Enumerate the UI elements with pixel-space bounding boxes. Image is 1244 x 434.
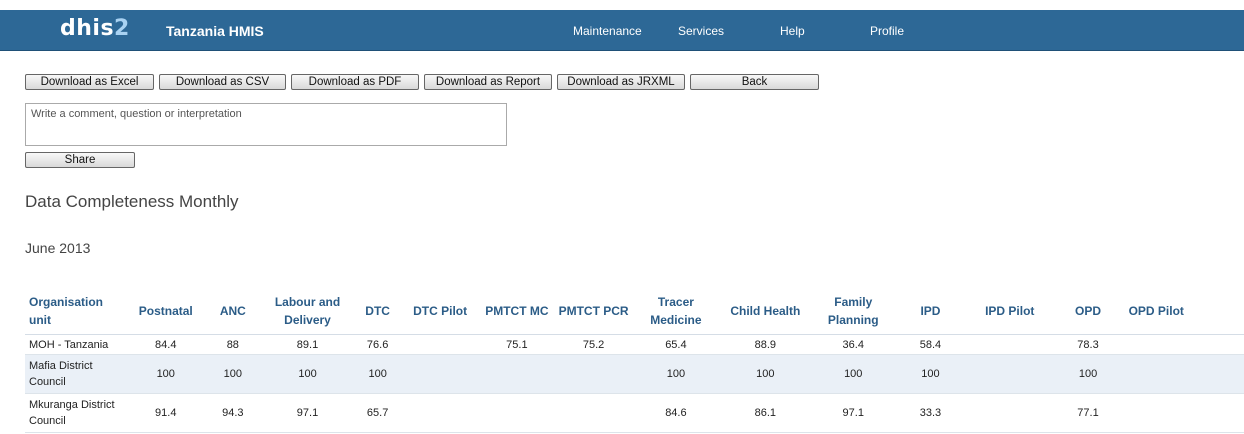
download-excel-button[interactable]: Download as Excel: [25, 74, 154, 90]
table-cell: [1124, 393, 1244, 433]
row-org-unit: Mafia District Council: [25, 354, 125, 394]
download-pdf-button[interactable]: Download as PDF: [291, 74, 419, 90]
table-cell: 100: [1051, 354, 1125, 394]
table-cell: [552, 393, 635, 433]
logo-text: dhis: [60, 16, 115, 41]
table-cell: [481, 354, 553, 394]
report-title: Data Completeness Monthly: [25, 192, 239, 211]
table-cell: [968, 354, 1052, 394]
col-child-health[interactable]: Child Health: [717, 288, 814, 335]
table-cell: 75.2: [552, 334, 635, 355]
table-cell: 100: [717, 354, 814, 394]
table-cell: [1124, 354, 1244, 394]
menu-profile[interactable]: Profile: [870, 24, 904, 38]
download-report-button[interactable]: Download as Report: [424, 74, 552, 90]
table-cell: 65.4: [634, 334, 718, 355]
table-cell: [552, 354, 635, 394]
app-title: Tanzania HMIS: [166, 23, 264, 39]
table-cell: [398, 334, 482, 355]
table-header-row: Organisation unit Postnatal ANC Labour a…: [25, 288, 1244, 335]
table-cell: 58.4: [892, 334, 969, 355]
col-dtc[interactable]: DTC: [356, 288, 399, 335]
table-cell: [398, 393, 482, 433]
download-csv-button[interactable]: Download as CSV: [159, 74, 286, 90]
table-cell: [398, 354, 482, 394]
table-cell: 100: [892, 354, 969, 394]
table-cell: 33.3: [892, 393, 969, 433]
col-tracer-medicine[interactable]: Tracer Medicine: [634, 288, 718, 335]
table-cell: 36.4: [813, 334, 893, 355]
menu-services[interactable]: Services: [678, 24, 724, 38]
col-dtc-pilot[interactable]: DTC Pilot: [398, 288, 482, 335]
col-anc[interactable]: ANC: [206, 288, 259, 335]
dhis2-logo[interactable]: dhis2: [60, 16, 130, 41]
menu-maintenance[interactable]: Maintenance: [573, 24, 642, 38]
download-jrxml-button[interactable]: Download as JRXML: [557, 74, 685, 90]
col-postnatal[interactable]: Postnatal: [124, 288, 207, 335]
table-cell: 84.6: [634, 393, 718, 433]
table-cell: 65.7: [356, 393, 399, 433]
table-cell: 100: [206, 354, 259, 394]
table-cell: 78.3: [1051, 334, 1125, 355]
table-cell: 100: [124, 354, 207, 394]
table-cell: 91.4: [124, 393, 207, 433]
col-pmtct-mc[interactable]: PMTCT MC: [481, 288, 553, 335]
top-navigation-bar: dhis2 Tanzania HMIS Maintenance Services…: [0, 10, 1244, 51]
report-period: June 2013: [25, 240, 91, 256]
row-org-unit: Mkuranga District Council: [25, 393, 125, 433]
table-cell: 84.4: [124, 334, 207, 355]
col-opd-pilot[interactable]: OPD Pilot: [1124, 288, 1244, 335]
table-cell: [968, 393, 1052, 433]
table-cell: 100: [258, 354, 357, 394]
table-cell: 97.1: [813, 393, 893, 433]
col-labour-delivery[interactable]: Labour and Delivery: [258, 288, 357, 335]
col-ipd[interactable]: IPD: [892, 288, 969, 335]
back-button[interactable]: Back: [690, 74, 819, 90]
table-cell: 75.1: [481, 334, 553, 355]
table-cell: 88.9: [717, 334, 814, 355]
table-row: Mafia District Council 100 100 100 100 1…: [25, 354, 1244, 394]
share-button[interactable]: Share: [25, 152, 135, 168]
table-cell: [1124, 334, 1244, 355]
table-row: Mkuranga District Council 91.4 94.3 97.1…: [25, 393, 1244, 433]
table-cell: 86.1: [717, 393, 814, 433]
completeness-table: Organisation unit Postnatal ANC Labour a…: [25, 288, 1244, 433]
table-cell: 97.1: [258, 393, 357, 433]
table-cell: 77.1: [1051, 393, 1125, 433]
table-cell: 94.3: [206, 393, 259, 433]
col-organisation-unit[interactable]: Organisation unit: [25, 288, 125, 335]
col-family-planning[interactable]: Family Planning: [813, 288, 893, 335]
logo-digit: 2: [114, 16, 130, 41]
table-row: MOH - Tanzania 84.4 88 89.1 76.6 75.1 75…: [25, 334, 1244, 355]
table-cell: [481, 393, 553, 433]
table-cell: [968, 334, 1052, 355]
col-pmtct-pcr[interactable]: PMTCT PCR: [552, 288, 635, 335]
col-ipd-pilot[interactable]: IPD Pilot: [968, 288, 1052, 335]
table-cell: 76.6: [356, 334, 399, 355]
table-cell: 100: [813, 354, 893, 394]
table-cell: 89.1: [258, 334, 357, 355]
row-org-unit: MOH - Tanzania: [25, 334, 125, 355]
comment-input[interactable]: Write a comment, question or interpretat…: [25, 103, 507, 146]
table-cell: 100: [634, 354, 718, 394]
table-cell: 88: [206, 334, 259, 355]
table-cell: 100: [356, 354, 399, 394]
menu-help[interactable]: Help: [780, 24, 805, 38]
col-opd[interactable]: OPD: [1051, 288, 1125, 335]
